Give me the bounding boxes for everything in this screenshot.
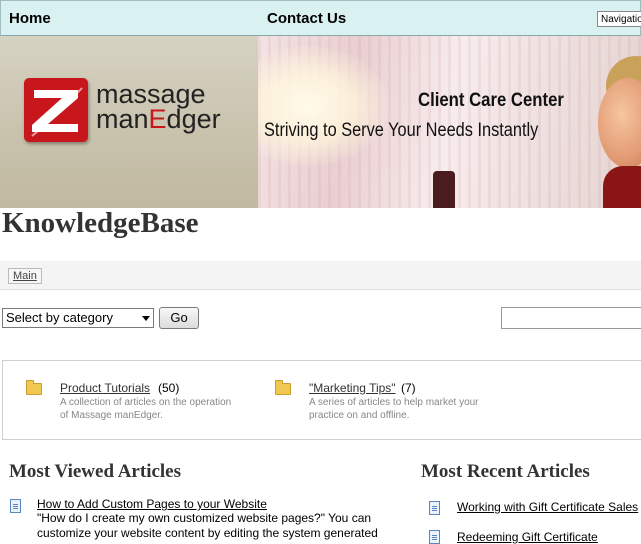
banner-logo-area: massage manEdger xyxy=(0,36,258,208)
category-select-value: Select by category xyxy=(6,310,113,325)
nav-contact-link[interactable]: Contact Us xyxy=(267,10,346,27)
navigation-dropdown[interactable]: Navigatio xyxy=(597,11,641,27)
logo-mark xyxy=(24,78,88,142)
logo-z-icon xyxy=(31,87,83,137)
logo-wordmark: massage manEdger xyxy=(96,81,221,134)
document-icon xyxy=(429,501,440,515)
document-icon xyxy=(429,530,440,544)
categories-panel: Product Tutorials (50) A collection of a… xyxy=(2,360,641,440)
article-snippet: "How do I create my own customized websi… xyxy=(37,511,378,540)
chair-shape xyxy=(433,171,455,208)
category-select[interactable]: Select by category xyxy=(2,308,154,328)
document-icon xyxy=(10,499,21,513)
chevron-down-icon xyxy=(142,316,150,321)
most-recent-heading: Most Recent Articles xyxy=(421,461,590,482)
search-input[interactable] xyxy=(501,307,641,329)
category-count: (7) xyxy=(401,381,416,395)
logo-line-2: manEdger xyxy=(96,104,221,134)
woman-shirt xyxy=(603,166,641,208)
breadcrumb-main-link[interactable]: Main xyxy=(8,268,42,284)
breadcrumb: Main xyxy=(0,261,641,290)
article-link[interactable]: How to Add Custom Pages to your Website xyxy=(37,497,267,511)
banner-photo: Client Care Center Striving to Serve You… xyxy=(258,36,641,208)
category-link-product-tutorials[interactable]: Product Tutorials xyxy=(60,381,150,395)
banner-title: Client Care Center xyxy=(418,90,564,111)
category-link-marketing-tips[interactable]: "Marketing Tips" xyxy=(309,381,396,395)
nav-home-link[interactable]: Home xyxy=(9,10,51,27)
banner-subtitle: Striving to Serve Your Needs Instantly xyxy=(264,120,539,141)
top-navigation-bar: Home Contact Us Navigatio xyxy=(0,0,641,36)
folder-icon xyxy=(275,380,291,395)
category-count: (50) xyxy=(158,381,180,395)
folder-icon xyxy=(26,380,42,395)
page-title: KnowledgeBase xyxy=(2,207,199,239)
go-button[interactable]: Go xyxy=(159,307,199,329)
category-description: A collection of articles on the operatio… xyxy=(60,397,232,421)
article-link[interactable]: Redeeming Gift Certificate xyxy=(457,530,598,544)
most-viewed-heading: Most Viewed Articles xyxy=(9,461,182,482)
article-link[interactable]: Working with Gift Certificate Sales xyxy=(457,500,638,514)
category-description: A series of articles to help market your… xyxy=(309,397,479,421)
